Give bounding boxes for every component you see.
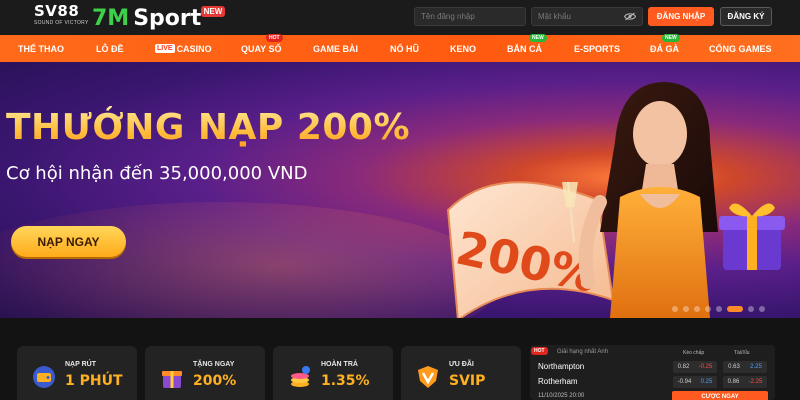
away-team: Rotherham — [538, 377, 578, 386]
feature-value: SVIP — [449, 373, 486, 389]
feature-card-bonus[interactable]: TẶNG NGAY 200% — [145, 346, 265, 400]
nav-item-cockfight[interactable]: ĐÁ GÀ NEW — [650, 34, 680, 62]
sv88-logo[interactable]: SV88 SOUND OF VICTORY — [34, 2, 89, 30]
wallet-icon — [33, 366, 55, 388]
away-over-under-odds[interactable]: 0.86 -2.25 — [723, 376, 767, 388]
slide-dot[interactable] — [748, 306, 754, 312]
nav-item-sports[interactable]: THỂ THAO — [18, 35, 64, 62]
odds-value: 0.63 — [728, 364, 740, 370]
password-input[interactable] — [538, 12, 636, 21]
slide-dot[interactable] — [694, 306, 700, 312]
match-league: Giải hạng nhất Anh — [557, 349, 609, 355]
slide-indicators — [672, 305, 765, 313]
logo-new-badge: NEW — [200, 6, 226, 17]
odds-value: 0.86 — [727, 379, 740, 385]
feature-label: ƯU ĐÃI — [449, 361, 474, 368]
nav-label: THỂ THAO — [18, 43, 64, 54]
username-field-wrap — [414, 7, 526, 26]
slide-dot[interactable] — [672, 306, 678, 312]
7m-logo-number: 7M — [92, 6, 130, 31]
feature-value: 1.35% — [321, 373, 370, 389]
nav-label: CASINO — [176, 43, 212, 54]
nav-label: E-SPORTS — [574, 43, 621, 54]
home-handicap-odds[interactable]: 0.82 -0.25 — [673, 361, 717, 373]
nav-label: CỔNG GAMES — [709, 43, 772, 54]
sv88-logo-text: SV88 — [34, 2, 80, 20]
nav-label: LÔ ĐỀ — [96, 43, 124, 54]
new-badge: NEW — [662, 34, 680, 42]
main-nav: THỂ THAO LÔ ĐỀ LIVE CASINO QUAY SỐ HOT G… — [0, 34, 800, 62]
feature-label: NẠP RÚT — [65, 361, 96, 368]
top-header: SV88 SOUND OF VICTORY 7M Sport NEW ĐĂNG … — [0, 0, 800, 35]
nav-label: QUAY SỐ — [241, 43, 282, 54]
banner-glow — [0, 202, 500, 318]
deposit-now-button[interactable]: NẠP NGAY — [11, 226, 126, 257]
banner-subline: Cơ hội nhận đến 35,000,000 VND — [6, 163, 308, 184]
eye-icon[interactable] — [624, 12, 636, 21]
hot-badge: HOT — [266, 34, 283, 42]
slide-dot[interactable] — [683, 306, 689, 312]
odds-line: 0.25 — [700, 379, 713, 385]
away-handicap-odds[interactable]: -0.94 0.25 — [673, 376, 717, 388]
feature-card-deposit[interactable]: NẠP RÚT 1 PHÚT — [17, 346, 137, 400]
nav-item-esports[interactable]: E-SPORTS — [574, 35, 620, 62]
bet-now-button[interactable]: CƯỢC NGAY — [672, 391, 768, 400]
odds-line: 2.25 — [750, 364, 762, 370]
feature-card-rebate[interactable]: HOÀN TRẢ 1.35% — [273, 346, 393, 400]
password-field-wrap — [531, 7, 643, 26]
sv88-tagline: SOUND OF VICTORY — [34, 20, 89, 26]
nav-item-fishing[interactable]: BẮN CÁ NEW — [507, 34, 547, 62]
feature-label: HOÀN TRẢ — [321, 361, 358, 368]
nav-label: GAME BÀI — [313, 43, 358, 54]
nav-label: KENO — [450, 43, 477, 54]
register-button[interactable]: ĐĂNG KÝ — [720, 7, 772, 26]
feature-card-vip[interactable]: ƯU ĐÃI SVIP — [401, 346, 521, 400]
nav-item-casino[interactable]: LIVE CASINO — [155, 35, 212, 62]
7m-sport-logo[interactable]: 7M Sport NEW — [92, 6, 226, 32]
nav-label: NỔ HŨ — [390, 43, 419, 54]
over-under-column-header: Tài/Xỉu — [734, 350, 750, 356]
promo-banner[interactable]: THƯỞNG NẠP 200% Cơ hội nhận đến 35,000,0… — [0, 62, 800, 318]
home-team: Northampton — [538, 362, 585, 371]
vip-shield-icon — [418, 366, 438, 388]
username-input[interactable] — [421, 12, 519, 21]
feature-value: 200% — [193, 373, 237, 389]
gift-box-image — [719, 203, 785, 270]
nav-item-keno[interactable]: KENO — [450, 35, 476, 62]
new-badge: NEW — [529, 34, 547, 42]
match-time: 11/10/2025 20:00 — [538, 393, 585, 399]
handicap-column-header: Kèo chấp — [683, 350, 705, 356]
odds-value: -0.94 — [677, 379, 692, 385]
login-button[interactable]: ĐĂNG NHẬP — [648, 7, 714, 26]
coin-stack-icon — [291, 366, 310, 387]
nav-item-slots[interactable]: NỔ HŨ — [390, 35, 419, 62]
nav-label: ĐÁ GÀ — [650, 43, 679, 54]
slide-dot[interactable] — [716, 306, 722, 312]
7m-logo-word: Sport — [133, 6, 202, 31]
odds-value: 0.82 — [677, 364, 690, 370]
slide-dot[interactable] — [705, 306, 711, 312]
match-hot-badge: HOT — [531, 347, 548, 355]
nav-item-number-draw[interactable]: QUAY SỐ HOT — [241, 34, 283, 62]
nav-item-card-games[interactable]: GAME BÀI — [313, 35, 358, 62]
live-badge: LIVE — [155, 44, 175, 53]
feature-value: 1 PHÚT — [65, 373, 123, 389]
nav-item-lottery[interactable]: LÔ ĐỀ — [96, 35, 124, 62]
odds-line: -2.25 — [748, 379, 763, 385]
slide-dot[interactable] — [759, 306, 765, 312]
slide-dot-active[interactable] — [727, 306, 743, 312]
banner-headline: THƯỞNG NẠP 200% — [6, 107, 411, 148]
feature-label: TẶNG NGAY — [193, 361, 235, 368]
gift-icon — [162, 371, 182, 388]
odds-line: -0.25 — [698, 364, 713, 370]
nav-label: BẮN CÁ — [507, 43, 542, 54]
nav-item-game-portal[interactable]: CỔNG GAMES — [709, 35, 772, 62]
home-over-under-odds[interactable]: 0.63 2.25 — [723, 361, 767, 373]
